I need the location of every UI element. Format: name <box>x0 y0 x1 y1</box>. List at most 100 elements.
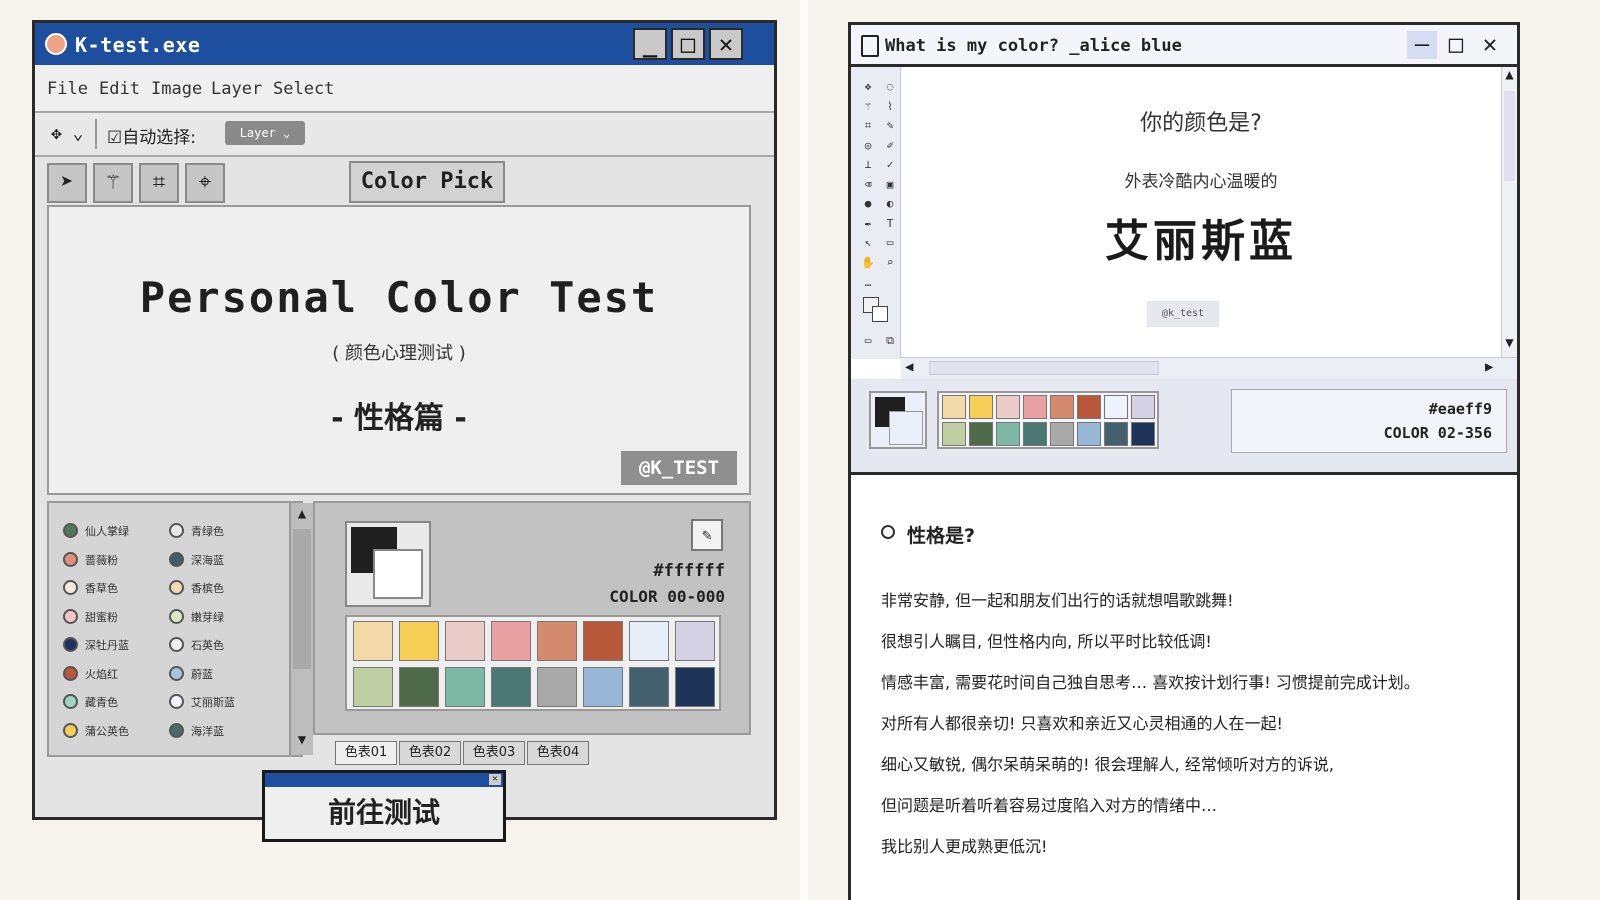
scroll-up-icon[interactable]: ▲ <box>1502 67 1517 87</box>
palette-swatch[interactable] <box>1023 395 1047 419</box>
palette-swatch[interactable] <box>445 621 485 661</box>
palette-swatch[interactable] <box>445 667 485 707</box>
color-name-label: 仙人掌绿 <box>85 525 129 538</box>
pen-tool-icon[interactable]: ✒ <box>859 216 877 232</box>
eyedropper-icon[interactable]: ✎ <box>691 519 723 551</box>
titlebar[interactable]: What is my color? _alice blue — □ ✕ <box>851 25 1517 67</box>
quick-mask-icon[interactable]: ▭ <box>859 333 877 349</box>
vertical-scrollbar[interactable]: ▲ ▼ <box>1501 67 1517 357</box>
tab-palette-02[interactable]: 色表02 <box>399 741 461 765</box>
titlebar[interactable]: K-test.exe _ □ ✕ <box>35 23 774 65</box>
tab-palette-04[interactable]: 色表04 <box>527 741 589 765</box>
palette-swatch[interactable] <box>1131 395 1155 419</box>
gradient-tool-icon[interactable]: ▣ <box>881 177 899 193</box>
close-button[interactable]: ✕ <box>709 28 743 60</box>
palette-swatch[interactable] <box>942 395 966 419</box>
quick-select-tool-icon[interactable]: ⌇ <box>881 99 899 115</box>
hand-tool-icon[interactable]: ✋ <box>859 255 877 271</box>
scroll-left-icon[interactable]: ◀ <box>905 359 913 375</box>
spot-heal-tool-icon[interactable]: ◎ <box>859 138 877 154</box>
minimize-button[interactable]: _ <box>633 28 667 60</box>
palette-swatch[interactable] <box>629 621 669 661</box>
menu-image[interactable]: Image <box>151 79 202 99</box>
palette-swatch[interactable] <box>942 422 966 446</box>
list-scrollbar[interactable]: ▲ ▼ <box>289 503 313 755</box>
move-tool-icon[interactable]: ✥ ⌄ <box>51 123 84 144</box>
maximize-button[interactable]: □ <box>1441 31 1471 59</box>
palette-swatch[interactable] <box>675 621 715 661</box>
target-icon[interactable]: ⌖ <box>185 163 225 203</box>
palette-swatch[interactable] <box>353 621 393 661</box>
palette-swatch[interactable] <box>969 395 993 419</box>
scroll-thumb[interactable] <box>929 361 1159 375</box>
scroll-up-icon[interactable]: ▲ <box>293 503 311 525</box>
stamp-tool-icon[interactable]: ⊥ <box>859 157 877 173</box>
palette-swatch[interactable] <box>353 667 393 707</box>
menu-edit[interactable]: Edit <box>99 79 140 99</box>
auto-select-checkbox[interactable]: ☑自动选择: <box>107 123 196 148</box>
close-icon[interactable]: ✕ <box>489 774 501 785</box>
palette-swatch[interactable] <box>583 621 623 661</box>
palette-swatch[interactable] <box>1104 422 1128 446</box>
tab-palette-03[interactable]: 色表03 <box>463 741 525 765</box>
palette-swatch[interactable] <box>399 621 439 661</box>
magic-wand-tool-icon[interactable]: ⚚ <box>859 99 877 115</box>
scroll-down-icon[interactable]: ▼ <box>1502 335 1517 355</box>
eraser-tool-icon[interactable]: ⌫ <box>859 177 877 193</box>
menu-select[interactable]: Select <box>273 79 334 99</box>
color-name-label: 藏青色 <box>85 696 118 709</box>
zoom-tool-icon[interactable]: ⌕ <box>881 255 899 271</box>
scroll-down-icon[interactable]: ▼ <box>293 729 311 751</box>
path-select-tool-icon[interactable]: ↖ <box>859 235 877 251</box>
brush-tool-icon[interactable]: ✐ <box>881 138 899 154</box>
fg-bg-color-icon[interactable] <box>863 297 889 323</box>
shape-tool-icon[interactable]: ▭ <box>881 235 899 251</box>
palette-swatch[interactable] <box>1131 422 1155 446</box>
palette-swatch[interactable] <box>491 621 531 661</box>
maximize-button[interactable]: □ <box>671 28 705 60</box>
horizontal-scrollbar[interactable]: ◀ ▶ <box>901 357 1517 379</box>
lasso-tool-icon[interactable]: ◌ <box>881 79 899 95</box>
menu-file[interactable]: File <box>47 79 88 99</box>
dodge-tool-icon[interactable]: ◐ <box>881 196 899 212</box>
arrow-tool-icon[interactable]: ➤ <box>47 163 87 203</box>
palette-swatch[interactable] <box>996 422 1020 446</box>
scroll-thumb[interactable] <box>1504 91 1515 181</box>
palette-swatch[interactable] <box>537 621 577 661</box>
screen-mode-icon[interactable]: ⧉ <box>881 333 899 349</box>
tab-palette-01[interactable]: 色表01 <box>335 741 397 765</box>
type-tool-icon[interactable]: T <box>881 216 899 232</box>
history-brush-tool-icon[interactable]: ✓ <box>881 157 899 173</box>
crop-icon[interactable]: ⌗ <box>139 163 179 203</box>
menu-layer[interactable]: Layer <box>211 79 262 99</box>
palette-swatch[interactable] <box>491 667 531 707</box>
scroll-right-icon[interactable]: ▶ <box>1485 359 1493 375</box>
magic-wand-icon[interactable]: ⚚ <box>93 163 133 203</box>
palette-swatch[interactable] <box>1050 395 1074 419</box>
palette-swatch[interactable] <box>969 422 993 446</box>
palette-swatch[interactable] <box>1077 422 1101 446</box>
palette-swatch[interactable] <box>1023 422 1047 446</box>
color-dot-icon <box>169 608 184 624</box>
palette-swatch[interactable] <box>1077 395 1101 419</box>
close-button[interactable]: ✕ <box>1475 31 1505 59</box>
minimize-button[interactable]: — <box>1407 31 1437 59</box>
palette-swatch[interactable] <box>399 667 439 707</box>
palette-swatch[interactable] <box>537 667 577 707</box>
move-tool-icon[interactable]: ✥ <box>859 79 877 95</box>
eyedropper-tool-icon[interactable]: ✎ <box>881 118 899 134</box>
scroll-thumb[interactable] <box>293 529 311 669</box>
start-test-button[interactable]: ✕ 前往测试 <box>262 770 506 842</box>
color-dot-icon <box>63 523 78 538</box>
palette-swatch[interactable] <box>996 395 1020 419</box>
more-tools-icon[interactable]: … <box>859 275 877 291</box>
palette-swatch[interactable] <box>583 667 623 707</box>
color-pick-button[interactable]: Color Pick ☒ <box>349 161 505 232</box>
palette-swatch[interactable] <box>1104 395 1128 419</box>
palette-swatch[interactable] <box>629 667 669 707</box>
palette-swatch[interactable] <box>675 667 715 707</box>
blur-tool-icon[interactable]: ● <box>859 196 877 212</box>
layer-dropdown[interactable]: Layer ⌄ <box>225 121 305 145</box>
palette-swatch[interactable] <box>1050 422 1074 446</box>
crop-tool-icon[interactable]: ⌗ <box>859 118 877 134</box>
